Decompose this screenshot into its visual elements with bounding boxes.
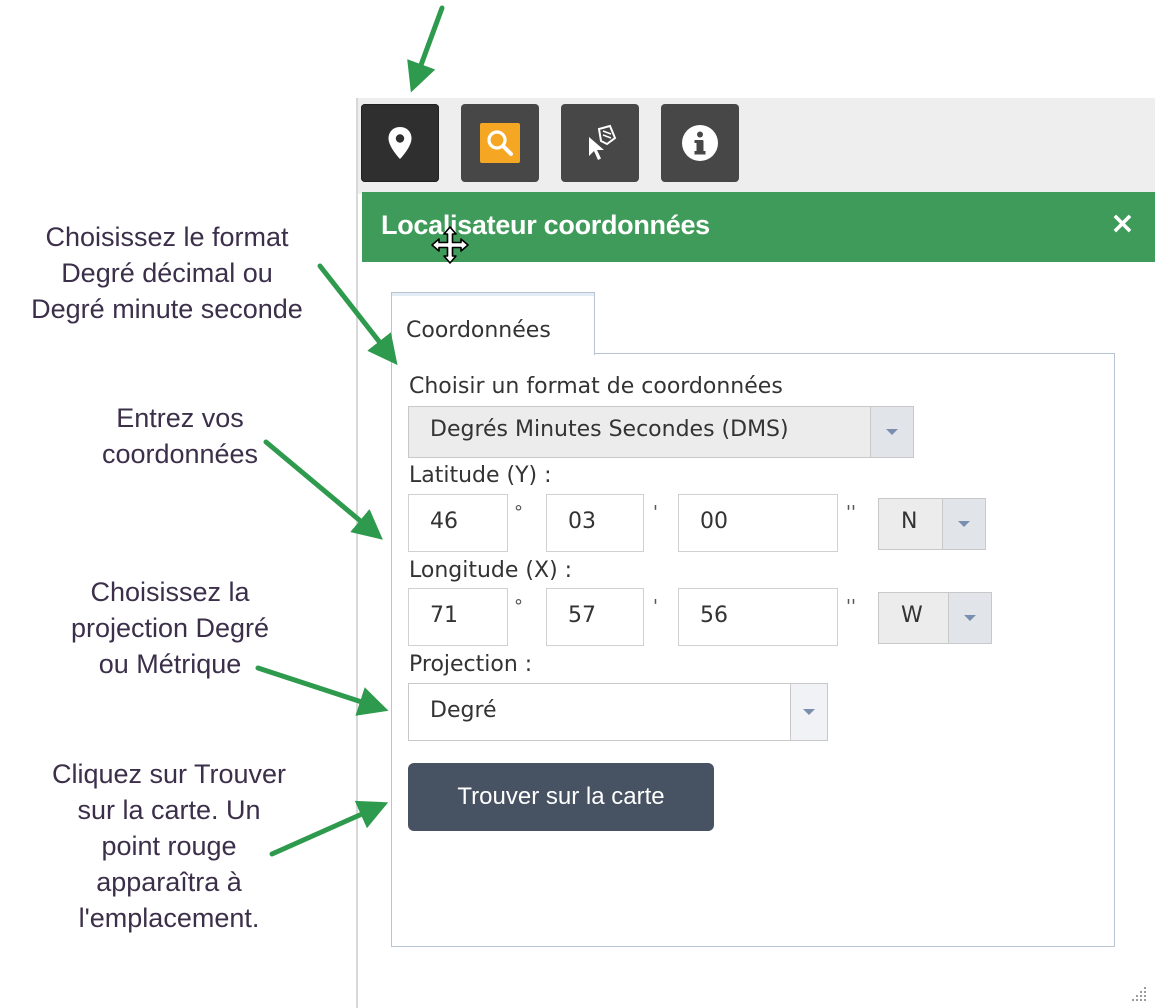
longitude-degrees-input[interactable]: 71 (408, 588, 508, 646)
latitude-minutes-input[interactable]: 03 (546, 494, 644, 552)
arrow-to-locator-button (407, 5, 445, 93)
panel-frame (356, 98, 358, 1008)
latitude-degrees-value: 46 (430, 509, 458, 534)
second-symbol: '' (846, 596, 856, 617)
projection-label: Projection : (409, 652, 533, 677)
tab-coordonnees[interactable]: Coordonnées (391, 292, 595, 355)
close-button[interactable]: × (1110, 209, 1135, 239)
location-pin-icon (388, 127, 412, 159)
move-cursor-icon (431, 226, 469, 264)
longitude-hemisphere-select[interactable]: W (878, 592, 992, 644)
tab-gap (392, 352, 593, 355)
resize-grip-icon[interactable] (1131, 986, 1147, 1002)
coordinate-locator-button[interactable] (361, 104, 439, 182)
degree-symbol: ° (514, 502, 523, 523)
latitude-label: Latitude (Y) : (409, 463, 552, 488)
longitude-minutes-input[interactable]: 57 (546, 588, 644, 646)
search-icon (480, 123, 520, 163)
search-button[interactable] (461, 104, 539, 182)
latitude-hemisphere-arrow[interactable] (942, 499, 985, 549)
select-identify-icon (589, 124, 617, 160)
second-symbol: '' (846, 502, 856, 523)
longitude-minutes-value: 57 (568, 603, 596, 628)
latitude-hemisphere-select[interactable]: N (878, 498, 986, 550)
chevron-down-icon (803, 709, 815, 715)
find-on-map-button[interactable]: Trouver sur la carte (408, 763, 714, 831)
annotation-coordinates: Entrez vos coordonnées (101, 403, 259, 469)
projection-select-value: Degré (430, 698, 497, 723)
latitude-hemisphere-value: N (901, 509, 918, 534)
format-label: Choisir un format de coordonnées (409, 374, 783, 399)
format-select-value: Degrés Minutes Secondes (DMS) (430, 417, 789, 442)
longitude-hemisphere-arrow[interactable] (948, 593, 991, 643)
chevron-down-icon (964, 615, 976, 621)
panel-header: Localisateur coordonnées × (362, 192, 1155, 262)
annotation-format: Choisissez le format Degré décimal ou De… (31, 222, 303, 324)
tab-label: Coordonnées (406, 318, 551, 343)
format-select[interactable]: Degrés Minutes Secondes (DMS) (408, 406, 914, 458)
annotation-projection: Choisissez la projection Degré ou Métriq… (70, 577, 270, 679)
longitude-degrees-value: 71 (430, 603, 458, 628)
info-button[interactable] (661, 104, 739, 182)
chevron-down-icon (886, 429, 898, 435)
longitude-seconds-input[interactable]: 56 (678, 588, 838, 646)
minute-symbol: ' (653, 596, 658, 617)
minute-symbol: ' (653, 502, 658, 523)
format-dropdown-arrow[interactable] (870, 407, 913, 457)
info-icon (682, 125, 718, 161)
latitude-seconds-value: 00 (700, 509, 728, 534)
select-tool-button[interactable] (561, 104, 639, 182)
annotation-find: Cliquez sur Trouver sur la carte. Un poi… (51, 759, 287, 933)
longitude-seconds-value: 56 (700, 603, 728, 628)
chevron-down-icon (958, 521, 970, 527)
latitude-degrees-input[interactable]: 46 (408, 494, 508, 552)
longitude-label: Longitude (X) : (409, 558, 573, 583)
degree-symbol: ° (514, 596, 523, 617)
latitude-minutes-value: 03 (568, 509, 596, 534)
latitude-seconds-input[interactable]: 00 (678, 494, 838, 552)
projection-select[interactable]: Degré (408, 683, 828, 741)
longitude-hemisphere-value: W (901, 603, 923, 628)
projection-dropdown-arrow[interactable] (790, 684, 827, 740)
